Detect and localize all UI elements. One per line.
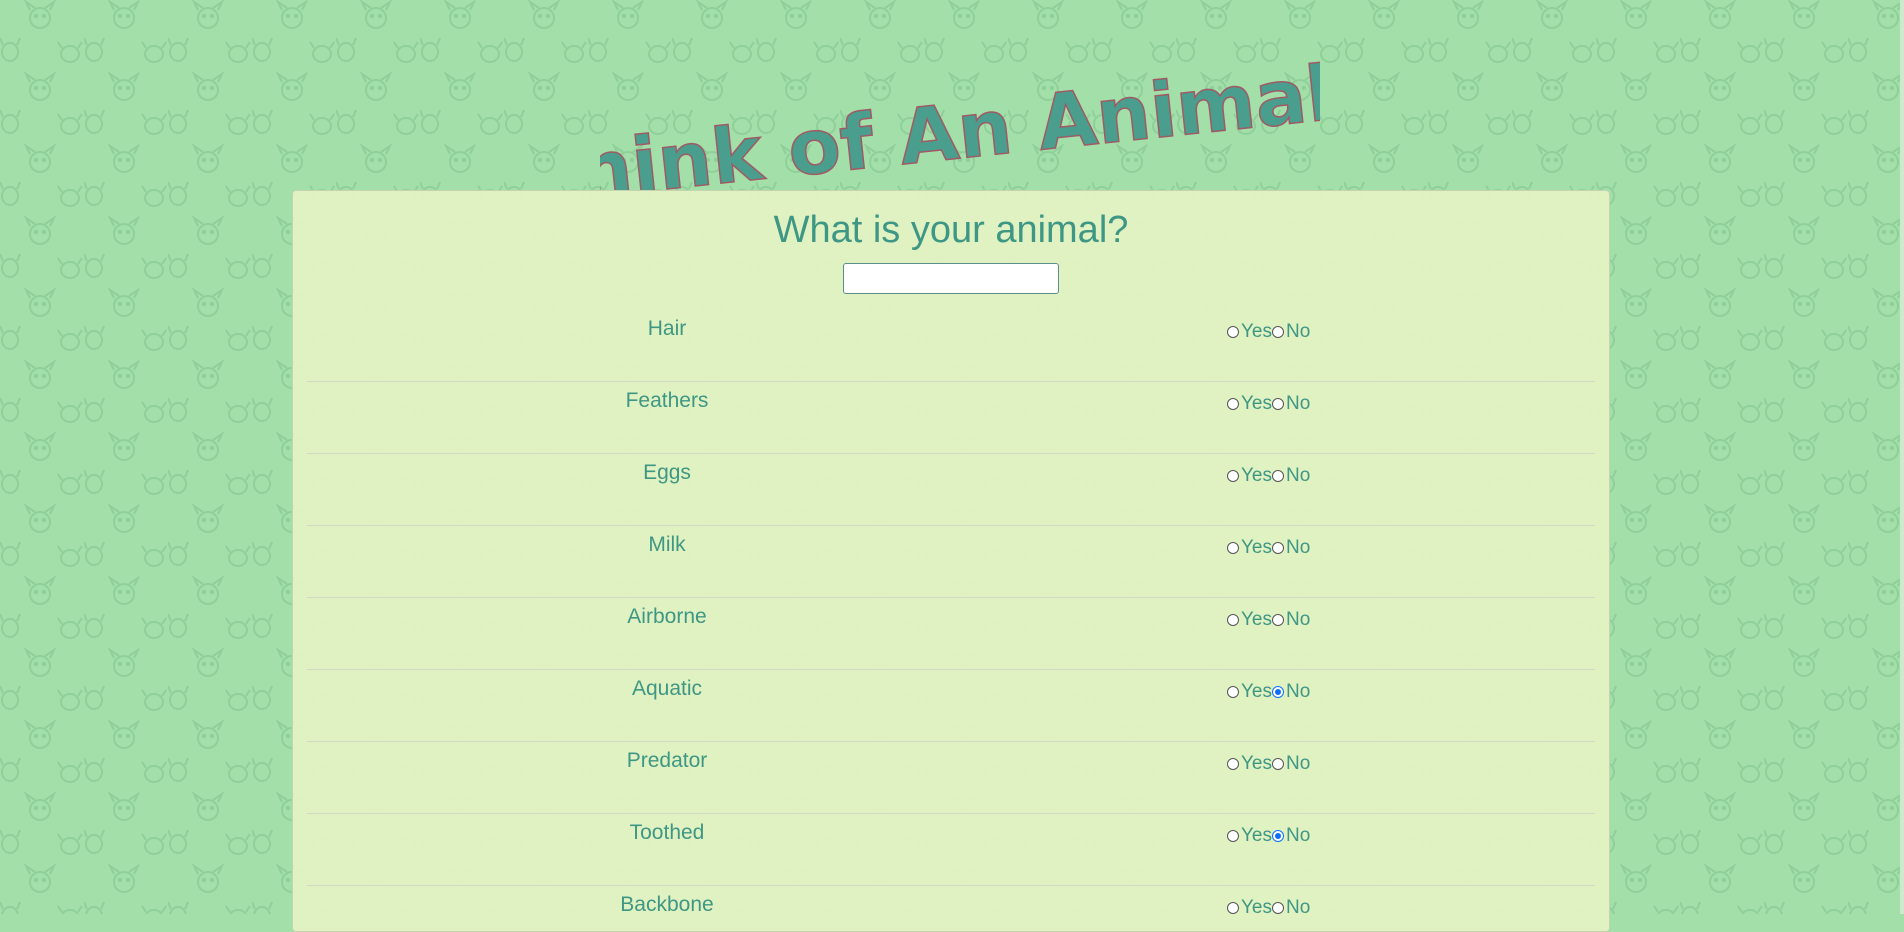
attribute-row-aquatic: Aquatic Yes No bbox=[307, 669, 1595, 742]
attribute-row-predator: Predator Yes No bbox=[307, 741, 1595, 814]
yes-no-options: Yes No bbox=[1227, 753, 1310, 775]
no-radio[interactable] bbox=[1272, 614, 1284, 626]
attribute-label: Predator bbox=[626, 749, 708, 772]
yes-no-options: Yes No bbox=[1227, 897, 1310, 919]
attribute-row-hair: Hair Yes No bbox=[307, 309, 1595, 382]
animal-name-input[interactable] bbox=[843, 263, 1059, 294]
yes-radio[interactable] bbox=[1227, 326, 1239, 338]
attribute-label: Backbone bbox=[620, 893, 714, 916]
attribute-label: Aquatic bbox=[631, 677, 703, 700]
scrollbar-track[interactable] bbox=[1900, 0, 1904, 914]
no-label[interactable]: No bbox=[1286, 465, 1310, 487]
no-radio[interactable] bbox=[1272, 326, 1284, 338]
attribute-row-feathers: Feathers Yes No bbox=[307, 381, 1595, 454]
yes-label[interactable]: Yes bbox=[1241, 537, 1272, 559]
yes-no-options: Yes No bbox=[1227, 393, 1310, 415]
attribute-row-eggs: Eggs Yes No bbox=[307, 453, 1595, 526]
no-radio[interactable] bbox=[1272, 686, 1284, 698]
attribute-row-backbone: Backbone Yes No bbox=[307, 885, 1595, 931]
yes-radio[interactable] bbox=[1227, 470, 1239, 482]
attribute-label: Airborne bbox=[627, 605, 707, 628]
no-radio[interactable] bbox=[1272, 470, 1284, 482]
yes-label[interactable]: Yes bbox=[1241, 321, 1272, 343]
yes-no-options: Yes No bbox=[1227, 537, 1310, 559]
no-radio[interactable] bbox=[1272, 542, 1284, 554]
no-label[interactable]: No bbox=[1286, 609, 1310, 631]
attribute-row-airborne: Airborne Yes No bbox=[307, 597, 1595, 670]
no-radio[interactable] bbox=[1272, 398, 1284, 410]
no-radio[interactable] bbox=[1272, 758, 1284, 770]
no-label[interactable]: No bbox=[1286, 321, 1310, 343]
yes-radio[interactable] bbox=[1227, 398, 1239, 410]
yes-label[interactable]: Yes bbox=[1241, 825, 1272, 847]
yes-radio[interactable] bbox=[1227, 830, 1239, 842]
attribute-label: Hair bbox=[647, 317, 687, 340]
no-label[interactable]: No bbox=[1286, 825, 1310, 847]
yes-label[interactable]: Yes bbox=[1241, 681, 1272, 703]
attribute-label: Milk bbox=[648, 533, 686, 556]
no-label[interactable]: No bbox=[1286, 681, 1310, 703]
page-title: Think of An Animal ! bbox=[600, 41, 1320, 190]
animal-form-panel: What is your animal? Hair Yes No Feathers Ye… bbox=[292, 190, 1610, 932]
yes-no-options: Yes No bbox=[1227, 321, 1310, 343]
no-label[interactable]: No bbox=[1286, 393, 1310, 415]
question-heading: What is your animal? bbox=[773, 209, 1129, 251]
no-radio[interactable] bbox=[1272, 830, 1284, 842]
no-radio[interactable] bbox=[1272, 902, 1284, 914]
yes-radio[interactable] bbox=[1227, 758, 1239, 770]
yes-radio[interactable] bbox=[1227, 686, 1239, 698]
attribute-label: Feathers bbox=[625, 389, 709, 412]
yes-radio[interactable] bbox=[1227, 614, 1239, 626]
attribute-label: Eggs bbox=[643, 461, 691, 484]
attribute-label: Toothed bbox=[629, 821, 705, 844]
yes-label[interactable]: Yes bbox=[1241, 393, 1272, 415]
yes-no-options: Yes No bbox=[1227, 681, 1310, 703]
no-label[interactable]: No bbox=[1286, 897, 1310, 919]
yes-label[interactable]: Yes bbox=[1241, 753, 1272, 775]
yes-no-options: Yes No bbox=[1227, 825, 1310, 847]
no-label[interactable]: No bbox=[1286, 753, 1310, 775]
attribute-row-milk: Milk Yes No bbox=[307, 525, 1595, 598]
yes-label[interactable]: Yes bbox=[1241, 897, 1272, 919]
yes-no-options: Yes No bbox=[1227, 609, 1310, 631]
no-label[interactable]: No bbox=[1286, 537, 1310, 559]
yes-radio[interactable] bbox=[1227, 542, 1239, 554]
page-title-text: Think of An Animal ! bbox=[600, 42, 1320, 190]
yes-no-options: Yes No bbox=[1227, 465, 1310, 487]
yes-radio[interactable] bbox=[1227, 902, 1239, 914]
attribute-row-toothed: Toothed Yes No bbox=[307, 813, 1595, 886]
yes-label[interactable]: Yes bbox=[1241, 609, 1272, 631]
yes-label[interactable]: Yes bbox=[1241, 465, 1272, 487]
